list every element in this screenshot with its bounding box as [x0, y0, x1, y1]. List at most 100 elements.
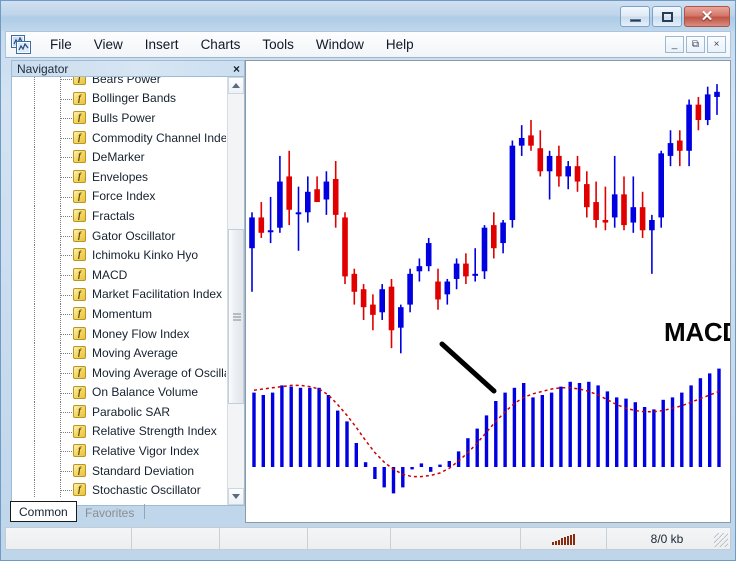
chart-pane[interactable]: MACD Indicator	[245, 60, 731, 523]
resize-grip-icon[interactable]	[714, 533, 728, 547]
list-item-label: Momentum	[92, 306, 153, 321]
navigator-body: f Bears Power f Bollinger Bands f Bulls Power…	[11, 77, 245, 506]
list-item[interactable]: f Standard Deviation	[12, 460, 226, 481]
list-item[interactable]: f Momentum	[12, 304, 226, 324]
list-item[interactable]: f Force Index	[12, 186, 226, 207]
menu-item-tools[interactable]: Tools	[251, 34, 305, 55]
maximize-icon	[661, 11, 673, 22]
function-icon: f	[73, 91, 86, 105]
list-item[interactable]: f MACD	[12, 264, 226, 285]
list-item-label: Force Index	[92, 189, 156, 204]
minimize-icon	[629, 19, 641, 22]
tree-elbow	[61, 157, 73, 159]
list-item[interactable]: f Ichimoku Kinko Hyo	[12, 245, 226, 265]
list-item[interactable]: f Parabolic SAR	[12, 402, 226, 422]
status-traffic-indicator	[521, 528, 607, 549]
list-item-label: Relative Strength Index	[92, 424, 217, 439]
menu-bar: File View Insert Charts Tools Window Hel…	[5, 31, 731, 58]
tree-elbow	[61, 333, 73, 335]
list-item[interactable]: f Money Flow Index	[12, 323, 226, 344]
menu-item-charts[interactable]: Charts	[190, 34, 252, 55]
function-icon: f	[73, 405, 86, 419]
tree-elbow	[61, 470, 73, 472]
list-item[interactable]: f Stochastic Oscillator	[12, 480, 226, 497]
navigator-close-icon[interactable]: ×	[233, 62, 240, 76]
list-item[interactable]: f On Balance Volume	[12, 382, 226, 403]
function-icon: f	[73, 228, 86, 242]
list-item[interactable]: f Fractals	[12, 206, 226, 226]
menu-items: File View Insert Charts Tools Window Hel…	[39, 32, 425, 57]
chart-canvas	[249, 84, 721, 494]
list-item-label: Relative Vigor Index	[92, 444, 200, 459]
function-icon: f	[73, 365, 86, 379]
tree-line	[34, 77, 35, 89]
function-icon: f	[73, 326, 86, 340]
list-item-label: Moving Average	[92, 346, 178, 361]
list-item[interactable]: f Envelopes	[12, 166, 226, 187]
list-item[interactable]: f Moving Average of Oscillator	[12, 362, 226, 383]
list-item-label: DeMarker	[92, 150, 145, 165]
function-icon: f	[73, 130, 86, 144]
tab-common[interactable]: Common	[10, 501, 77, 522]
window-controls: ✕	[620, 6, 730, 27]
list-item[interactable]: f Relative Strength Index	[12, 421, 226, 442]
tree-line	[34, 402, 35, 422]
tree-line	[34, 108, 35, 128]
status-segment-1	[6, 528, 132, 549]
tree-line	[34, 362, 35, 383]
function-icon: f	[73, 424, 86, 438]
function-icon: f	[73, 307, 86, 321]
list-item[interactable]: f Gator Oscillator	[12, 225, 226, 246]
tree-line	[34, 245, 35, 265]
tree-elbow	[61, 372, 73, 374]
tree-line	[34, 88, 35, 109]
list-item[interactable]: f Bears Power	[12, 77, 226, 89]
list-item[interactable]: f Bollinger Bands	[12, 88, 226, 109]
function-icon: f	[73, 150, 86, 164]
list-item-label: Bulls Power	[92, 110, 156, 125]
indicator-list[interactable]: f Bears Power f Bollinger Bands f Bulls Power…	[12, 77, 226, 497]
function-icon: f	[73, 483, 86, 497]
scrollbar-thumb[interactable]	[228, 229, 244, 404]
navigator-panel: Navigator × f Bears Power f Bollinger Bands…	[5, 60, 245, 523]
tree-line	[34, 127, 35, 148]
mdi-minimize-button[interactable]: _	[665, 36, 684, 53]
list-item[interactable]: f Commodity Channel Index	[12, 127, 226, 148]
list-item-label: Commodity Channel Index	[92, 130, 226, 145]
tree-line	[34, 264, 35, 285]
list-item[interactable]: f Bulls Power	[12, 108, 226, 128]
list-item-label: Market Facilitation Index	[92, 287, 223, 302]
tree-elbow	[61, 216, 73, 218]
list-item[interactable]: f Market Facilitation Index	[12, 284, 226, 305]
list-item[interactable]: f Relative Vigor Index	[12, 441, 226, 461]
navigator-title: Navigator	[17, 61, 69, 76]
tab-favorites[interactable]: Favorites	[77, 503, 142, 522]
tree-line	[34, 323, 35, 344]
function-icon: f	[73, 189, 86, 203]
list-item-label: On Balance Volume	[92, 385, 199, 400]
menu-item-insert[interactable]: Insert	[134, 34, 190, 55]
menu-item-window[interactable]: Window	[305, 34, 375, 55]
mdi-close-button[interactable]: ×	[707, 36, 726, 53]
close-button[interactable]: ✕	[684, 6, 730, 27]
list-item-label: Gator Oscillator	[92, 228, 176, 243]
function-icon: f	[73, 111, 86, 125]
tree-line	[34, 480, 35, 497]
tree-elbow	[61, 431, 73, 433]
menu-item-view[interactable]: View	[83, 34, 134, 55]
status-segment-5	[391, 528, 521, 549]
tab-divider	[144, 504, 145, 519]
list-item[interactable]: f Moving Average	[12, 343, 226, 363]
list-item-label: Ichimoku Kinko Hyo	[92, 248, 199, 263]
function-icon: f	[73, 346, 86, 360]
scroll-up-button[interactable]	[228, 77, 244, 94]
tree-line	[34, 382, 35, 403]
navigator-scrollbar[interactable]	[227, 77, 244, 505]
maximize-button[interactable]	[652, 6, 682, 27]
list-item[interactable]: f DeMarker	[12, 147, 226, 167]
menu-item-help[interactable]: Help	[375, 34, 425, 55]
mdi-restore-button[interactable]: ⧉	[686, 36, 705, 53]
minimize-button[interactable]	[620, 6, 650, 27]
menu-item-file[interactable]: File	[39, 34, 83, 55]
navigator-tabs: Common Favorites	[5, 500, 245, 523]
